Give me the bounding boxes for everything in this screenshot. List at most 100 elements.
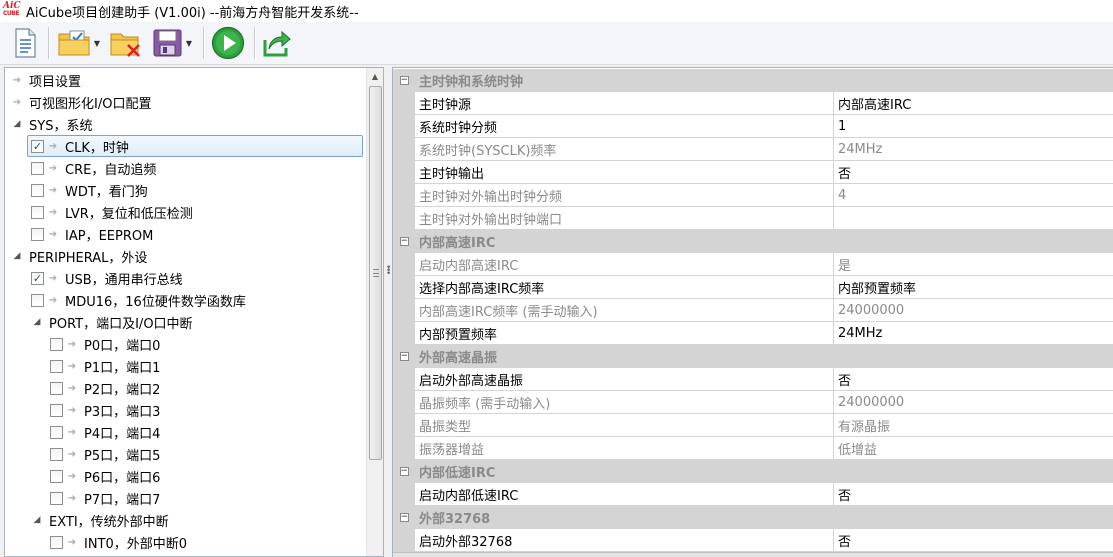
property-row[interactable]: 主时钟对外输出时钟分频 4	[393, 184, 1113, 207]
property-row[interactable]: 启动内部低速IRC 否	[393, 483, 1113, 506]
property-value[interactable]: 否	[834, 368, 1113, 391]
expand-triangle-icon[interactable]: ◢	[11, 251, 23, 261]
property-row[interactable]: 振荡器增益 低增益	[393, 437, 1113, 460]
property-row[interactable]: 启动内部高速IRC 是	[393, 253, 1113, 276]
tree-item[interactable]: ✓ ➔ CLK，时钟	[27, 135, 363, 157]
row-margin	[393, 207, 415, 230]
collapse-icon[interactable]: −	[399, 76, 409, 85]
property-row[interactable]: 启动外部32768 否	[393, 529, 1113, 552]
app-logo-icon: AiC CUBE	[2, 1, 22, 20]
property-category[interactable]: − 内部低速IRC	[393, 460, 1113, 483]
property-row[interactable]: 系统时钟(SYSCLK)频率 24MHz	[393, 138, 1113, 161]
tree-item-checkbox[interactable]	[31, 227, 44, 241]
property-row[interactable]: 系统时钟分频 1	[393, 115, 1113, 138]
property-value[interactable]: 1	[834, 115, 1113, 138]
tree-item[interactable]: ◢ SYS，系统	[11, 113, 93, 135]
scroll-up-icon[interactable]: ▲	[367, 68, 383, 85]
chevron-down-icon[interactable]: ▼	[186, 39, 192, 48]
save-project-button[interactable]: ▼	[149, 25, 195, 61]
chevron-down-icon[interactable]: ▼	[94, 39, 100, 48]
property-row[interactable]: 晶振频率 (需手动输入) 24000000	[393, 391, 1113, 414]
tree-item-checkbox[interactable]	[50, 403, 63, 417]
property-row[interactable]: 选择内部高速IRC频率 内部预置频率	[393, 276, 1113, 299]
tree-item-checkbox[interactable]	[31, 293, 44, 307]
collapse-icon[interactable]: −	[399, 467, 409, 476]
tree-item-checkbox[interactable]	[50, 359, 63, 373]
tree-item-checkbox[interactable]	[50, 469, 63, 483]
close-project-button[interactable]	[109, 25, 143, 61]
tree-item[interactable]: ➔ INT0，外部中断0	[50, 531, 187, 553]
tree-item-label: INT0，外部中断0	[84, 536, 188, 552]
property-row[interactable]: 主时钟源 内部高速IRC	[393, 92, 1113, 115]
tree-item[interactable]: ➔ P3口，端口3	[50, 399, 160, 421]
pane-splitter[interactable]: • • •	[386, 67, 391, 557]
property-row[interactable]: 晶振类型 有源晶振	[393, 414, 1113, 437]
tree-item[interactable]: ➔ P7口，端口7	[50, 487, 160, 509]
tree-item-checkbox[interactable]: ✓	[31, 139, 44, 153]
property-value: 24MHz	[834, 138, 1113, 161]
collapse-icon[interactable]: −	[399, 513, 409, 522]
tree-item[interactable]: ➔ MDU16，16位硬件数学函数库	[31, 289, 246, 311]
tree-item-checkbox[interactable]	[50, 491, 63, 505]
tree-item-checkbox[interactable]	[31, 183, 44, 197]
property-grid[interactable]: − 主时钟和系统时钟 主时钟源 内部高速IRC 系统时钟分频 1 系统时钟(SYSCLK)频…	[392, 67, 1113, 557]
open-project-button[interactable]: ▼	[55, 25, 103, 61]
tree-item[interactable]: ◢ PERIPHERAL，外设	[11, 245, 148, 267]
tree-item-checkbox[interactable]	[31, 161, 44, 175]
tree-scrollbar[interactable]: ▲	[366, 68, 383, 556]
tree-item-checkbox[interactable]: ✓	[31, 271, 44, 285]
leaf-arrow-icon: ➔	[48, 162, 58, 174]
property-row[interactable]: 内部预置频率 24MHz	[393, 322, 1113, 345]
property-value[interactable]: 内部高速IRC	[834, 92, 1113, 115]
tree-item[interactable]: ◢ EXTI，传统外部中断	[31, 509, 169, 531]
run-button[interactable]	[210, 25, 246, 61]
collapse-icon[interactable]: −	[399, 352, 409, 361]
property-row[interactable]: 内部高速IRC频率 (需手动输入) 24000000	[393, 299, 1113, 322]
tree-item[interactable]: ➔ P1口，端口1	[50, 355, 160, 377]
tree-item[interactable]: ➔ WDT，看门狗	[31, 179, 148, 201]
collapse-icon[interactable]: −	[399, 237, 409, 246]
property-category[interactable]: − 外部32768	[393, 506, 1113, 529]
tree-item[interactable]: ➔ P6口，端口6	[50, 465, 160, 487]
tree-item-checkbox[interactable]	[50, 337, 63, 351]
config-tree[interactable]: ➔ 项目设置 ➔ 可视图形化I/O口配置 ◢ SYS，系统 ✓ ➔ CLK，时钟 ➔ CRE，自动追…	[4, 67, 384, 557]
expand-triangle-icon[interactable]: ◢	[31, 515, 43, 525]
row-margin	[393, 92, 415, 115]
property-value[interactable]: 否	[834, 161, 1113, 184]
tree-item[interactable]: ➔ CRE，自动追频	[31, 157, 156, 179]
property-category[interactable]: − 主时钟和系统时钟	[393, 69, 1113, 92]
expand-triangle-icon[interactable]: ◢	[31, 317, 43, 327]
tree-item[interactable]: ◢ PORT，端口及I/O口中断	[31, 311, 193, 333]
tree-item-checkbox[interactable]	[50, 447, 63, 461]
tree-item-checkbox[interactable]	[50, 535, 63, 549]
property-category[interactable]: − 内部高速IRC	[393, 230, 1113, 253]
property-value[interactable]: 否	[834, 529, 1113, 552]
property-value[interactable]: 否	[834, 483, 1113, 506]
tree-item[interactable]: ➔ LVR，复位和低压检测	[31, 201, 193, 223]
property-category[interactable]: − 外部高速晶振	[393, 345, 1113, 368]
tree-item[interactable]: ➔ P5口，端口5	[50, 443, 160, 465]
property-row[interactable]: 主时钟输出否	[393, 161, 1113, 184]
row-margin	[393, 138, 415, 161]
scrollbar-thumb[interactable]	[369, 86, 382, 460]
tree-item[interactable]: ➔ IAP，EEPROM	[31, 223, 153, 245]
tree-item[interactable]: ➔ P2口，端口2	[50, 377, 160, 399]
category-label: 内部低速IRC	[415, 460, 1113, 483]
expand-triangle-icon[interactable]: ◢	[11, 119, 23, 129]
export-button[interactable]	[261, 25, 293, 61]
property-value[interactable]: 24MHz	[834, 322, 1113, 345]
tree-item-checkbox[interactable]	[31, 205, 44, 219]
tree-item[interactable]: ➔ P4口，端口4	[50, 421, 160, 443]
property-row[interactable]: 启动外部高速晶振否	[393, 368, 1113, 391]
tree-item[interactable]: ➔ P0口，端口0	[50, 333, 160, 355]
tree-item[interactable]: ➔ 项目设置	[11, 69, 81, 91]
new-project-button[interactable]	[10, 25, 40, 61]
tree-item-checkbox[interactable]	[50, 381, 63, 395]
toolbar-separator	[48, 27, 49, 59]
toolbar-separator	[203, 27, 204, 59]
tree-item[interactable]: ✓ ➔ USB，通用串行总线	[31, 267, 183, 289]
property-row[interactable]: 主时钟对外输出时钟端口	[393, 207, 1113, 230]
property-value[interactable]: 内部预置频率	[834, 276, 1113, 299]
tree-item-checkbox[interactable]	[50, 425, 63, 439]
tree-item[interactable]: ➔ 可视图形化I/O口配置	[11, 91, 152, 113]
